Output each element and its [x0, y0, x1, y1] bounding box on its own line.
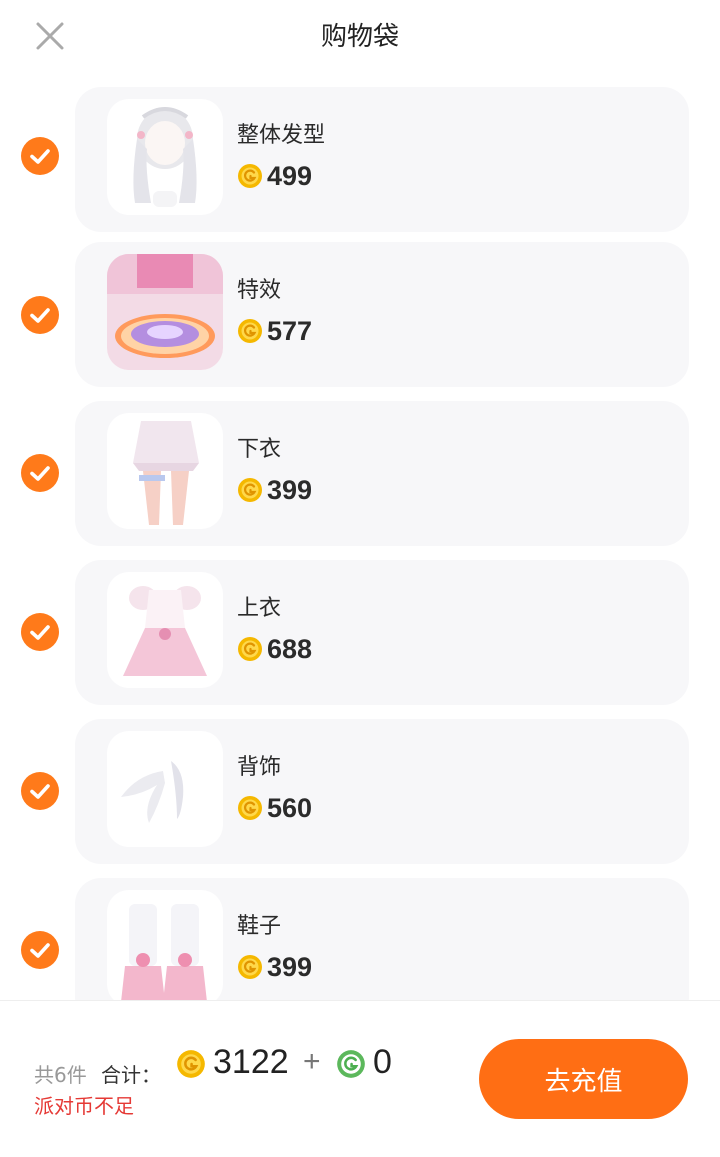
item-card[interactable]: 整体发型 499 — [75, 87, 689, 232]
cart-item-shoes[interactable]: 鞋子 399 — [0, 878, 720, 1000]
item-price-value: 560 — [267, 792, 313, 823]
item-card[interactable]: 鞋子 399 — [75, 878, 689, 1000]
green-coin-value: 0 — [373, 1043, 392, 1081]
item-price-value: 499 — [267, 160, 313, 191]
header: 购物袋 — [0, 0, 720, 70]
item-checkbox[interactable] — [21, 931, 59, 969]
item-thumbnail-top — [107, 572, 223, 688]
checkmark-icon — [30, 943, 50, 958]
item-name: 整体发型 — [237, 123, 326, 148]
party-coin-icon — [176, 1049, 206, 1079]
cart-item-top[interactable]: 上衣 688 — [0, 560, 720, 705]
cart-item-hairstyle[interactable]: 整体发型 499 — [0, 87, 720, 232]
item-price-value: 399 — [267, 951, 313, 982]
party-coin-icon — [237, 954, 263, 980]
plus-sign: + — [303, 1045, 321, 1078]
item-card[interactable]: 特效 577 — [75, 242, 689, 387]
item-price: 560 — [237, 791, 312, 825]
item-thumbnail-shoes — [107, 890, 223, 1000]
item-name: 下衣 — [237, 437, 282, 462]
item-price: 688 — [237, 632, 312, 666]
checkmark-icon — [30, 625, 50, 640]
item-checkbox[interactable] — [21, 454, 59, 492]
item-name: 鞋子 — [237, 914, 282, 939]
checkmark-icon — [30, 149, 50, 164]
party-coin-icon — [237, 163, 263, 189]
item-price: 399 — [237, 950, 312, 984]
insufficient-balance-warning: 派对币不足 — [34, 1094, 134, 1118]
item-card[interactable]: 背饰 560 — [75, 719, 689, 864]
item-price: 499 — [237, 159, 312, 193]
item-checkbox[interactable] — [21, 772, 59, 810]
green-coin-icon — [336, 1049, 366, 1079]
item-checkbox[interactable] — [21, 613, 59, 651]
item-name: 背饰 — [237, 755, 282, 780]
checkmark-icon — [30, 784, 50, 799]
cart-item-back-accessory[interactable]: 背饰 560 — [0, 719, 720, 864]
cart-item-list[interactable]: 整体发型 499 特效 577 下衣 399 上衣 688 背饰 560 鞋子 … — [0, 70, 720, 1000]
item-count: 共6件 — [34, 1063, 87, 1087]
checkmark-icon — [30, 308, 50, 323]
party-coin-icon — [237, 795, 263, 821]
item-name: 特效 — [237, 278, 282, 303]
party-coin-icon — [237, 477, 263, 503]
recharge-button[interactable]: 去充值 — [479, 1039, 688, 1119]
checkout-bar: 共6件 合计： 3122 + 0 派对币不足 去充值 — [0, 1000, 720, 1157]
item-checkbox[interactable] — [21, 137, 59, 175]
party-coin-icon — [237, 636, 263, 662]
item-thumbnail-bottoms — [107, 413, 223, 529]
cart-item-bottoms[interactable]: 下衣 399 — [0, 401, 720, 546]
checkmark-icon — [30, 466, 50, 481]
item-name: 上衣 — [237, 596, 282, 621]
item-thumbnail-back-accessory — [107, 731, 223, 847]
cart-item-effect[interactable]: 特效 577 — [0, 242, 720, 387]
item-price: 399 — [237, 473, 312, 507]
item-card[interactable]: 上衣 688 — [75, 560, 689, 705]
total-value: 3122 — [213, 1043, 289, 1081]
item-thumbnail-hairstyle — [107, 99, 223, 215]
item-price-value: 399 — [267, 474, 313, 505]
item-price-value: 577 — [267, 315, 313, 346]
item-checkbox[interactable] — [21, 296, 59, 334]
item-price-value: 688 — [267, 633, 313, 664]
party-coin-icon — [237, 318, 263, 344]
page-title: 购物袋 — [320, 22, 399, 52]
total-label: 合计： — [101, 1063, 161, 1087]
item-thumbnail-effect — [107, 254, 223, 370]
item-card[interactable]: 下衣 399 — [75, 401, 689, 546]
item-price: 577 — [237, 314, 312, 348]
